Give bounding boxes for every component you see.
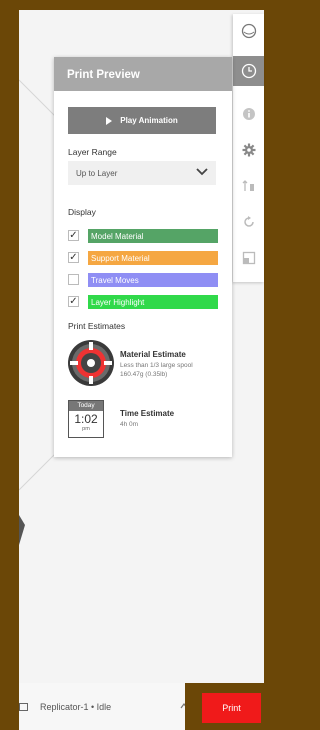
scale-icon[interactable] — [233, 171, 264, 201]
material-estimate-line1: Less than 1/3 large spool — [120, 362, 193, 369]
support-material-chip: Support Material — [88, 251, 218, 265]
travel-moves-checkbox[interactable] — [68, 274, 79, 285]
layout-icon[interactable] — [233, 243, 264, 273]
view-toolbar — [233, 14, 264, 282]
layer-range-label: Layer Range — [68, 147, 117, 157]
display-row-layer-highlight[interactable]: ✓ Layer Highlight — [68, 295, 218, 310]
calendar-header: Today — [69, 401, 103, 411]
print-estimates-label: Print Estimates — [68, 321, 126, 331]
printer-icon — [19, 703, 28, 711]
print-button[interactable]: Print — [202, 693, 261, 723]
model-material-checkbox[interactable]: ✓ — [68, 230, 79, 241]
gear-icon[interactable] — [233, 135, 264, 165]
calendar-time: 1:02 — [74, 412, 98, 426]
calendar-icon: Today 1:02 pm — [68, 400, 104, 438]
rotate-icon[interactable] — [233, 207, 264, 237]
travel-moves-chip: Travel Moves — [88, 273, 218, 287]
play-icon — [106, 116, 113, 125]
time-estimate-value: 4h 0m — [120, 421, 139, 428]
layer-highlight-checkbox[interactable]: ✓ — [68, 296, 79, 307]
layer-range-value: Up to Layer — [76, 169, 118, 178]
layer-highlight-chip: Layer Highlight — [88, 295, 218, 309]
spool-icon — [68, 340, 114, 386]
play-animation-label: Play Animation — [120, 116, 178, 125]
calendar-ampm: pm — [82, 426, 90, 432]
panel-title: Print Preview — [54, 57, 232, 91]
print-preview-panel: Print Preview Play Animation Layer Range… — [54, 57, 232, 457]
play-animation-button[interactable]: Play Animation — [68, 107, 216, 134]
display-row-travel-moves[interactable]: Travel Moves — [68, 273, 218, 288]
model-material-chip: Model Material — [88, 229, 218, 243]
support-material-checkbox[interactable]: ✓ — [68, 252, 79, 263]
display-row-model-material[interactable]: ✓ Model Material — [68, 229, 218, 244]
material-estimate-title: Material Estimate — [120, 350, 186, 359]
material-estimate-line2: 160.47g (0.35lb) — [120, 371, 168, 378]
printer-status[interactable]: Replicator-1 • Idle — [40, 702, 111, 712]
layer-range-select[interactable]: Up to Layer — [68, 161, 216, 185]
print-preview-clock-icon[interactable] — [233, 56, 264, 86]
time-estimate-title: Time Estimate — [120, 409, 175, 418]
info-icon[interactable] — [233, 99, 264, 129]
chevron-down-icon — [196, 168, 208, 176]
display-label: Display — [68, 207, 96, 217]
display-row-support-material[interactable]: ✓ Support Material — [68, 251, 218, 266]
sphere-icon[interactable] — [233, 16, 264, 46]
